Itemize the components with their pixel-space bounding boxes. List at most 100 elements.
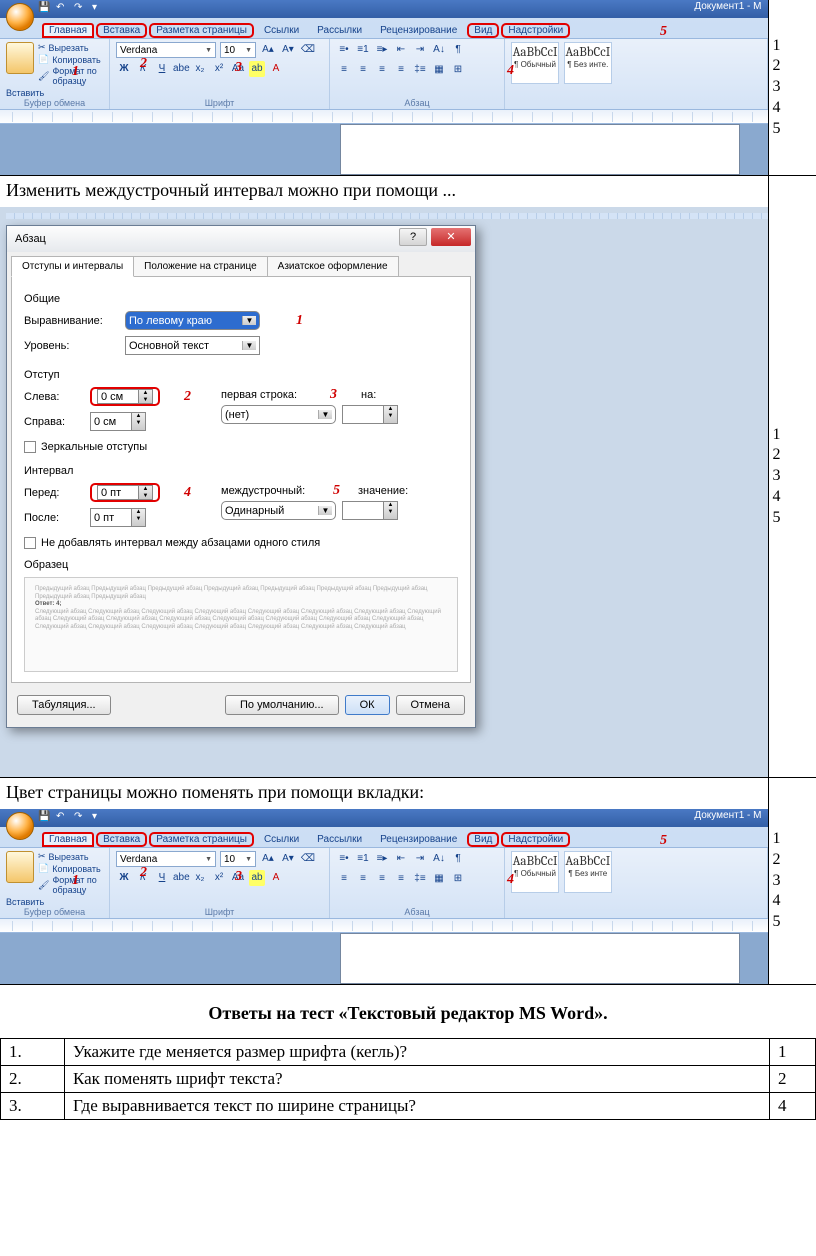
level-combo[interactable]: Основной текст▼ (125, 336, 260, 355)
style-normal[interactable]: AaBbCcI¶ Обычный (511, 42, 559, 84)
dlg-tab-position[interactable]: Положение на странице (133, 256, 267, 277)
bullets-icon[interactable]: ≡• (336, 851, 352, 867)
tab-references[interactable]: Ссылки (256, 23, 307, 38)
tab-review[interactable]: Рецензирование (372, 832, 465, 847)
tab-insert[interactable]: Вставка (96, 832, 147, 847)
tab-addins[interactable]: Надстройки (501, 23, 570, 38)
style-normal[interactable]: AaBbCcI¶ Обычный (511, 851, 559, 893)
align-right-icon[interactable]: ≡ (374, 62, 390, 78)
bold-button[interactable]: Ж (116, 61, 132, 77)
strike-button[interactable]: abe (173, 870, 189, 886)
align-center-icon[interactable]: ≡ (355, 62, 371, 78)
shrink-font-icon[interactable]: A▾ (280, 851, 296, 867)
before-spin[interactable]: ▲▼ (90, 483, 160, 502)
cancel-button[interactable]: Отмена (396, 695, 465, 715)
cut-button[interactable]: ✂ Вырезать (38, 851, 103, 862)
linespacing-combo[interactable]: Одинарный▼ (221, 501, 336, 520)
office-button-icon[interactable] (6, 3, 34, 31)
indent-right-spin[interactable]: ▲▼ (90, 412, 146, 431)
paste-icon[interactable] (6, 42, 34, 74)
cut-button[interactable]: ✂ Вырезать (38, 42, 103, 53)
format-painter-button[interactable]: 🖌 Формат по образцу (38, 66, 103, 86)
tab-layout[interactable]: Разметка страницы (149, 23, 254, 38)
shading-icon[interactable]: ▦ (431, 871, 447, 887)
bullets-icon[interactable]: ≡• (336, 42, 352, 58)
tabs-button[interactable]: Табуляция... (17, 695, 111, 715)
font-size-combo[interactable]: 10▼ (220, 851, 256, 867)
grow-font-icon[interactable]: A▴ (260, 851, 276, 867)
copy-button[interactable]: 📄 Копировать (38, 863, 103, 874)
font-color-button[interactable]: A (268, 61, 284, 77)
quick-access-toolbar[interactable]: 💾↶↷▾ (38, 2, 104, 14)
align-center-icon[interactable]: ≡ (355, 871, 371, 887)
dialog-close-button[interactable]: ✕ (431, 228, 471, 246)
sort-icon[interactable]: A↓ (431, 42, 447, 58)
align-justify-icon[interactable]: ≡ (393, 871, 409, 887)
firstline-combo[interactable]: (нет)▼ (221, 405, 336, 424)
ok-button[interactable]: ОК (345, 695, 390, 715)
tab-addins[interactable]: Надстройки (501, 832, 570, 847)
tab-layout[interactable]: Разметка страницы (149, 832, 254, 847)
default-button[interactable]: По умолчанию... (225, 695, 339, 715)
tab-insert[interactable]: Вставка (96, 23, 147, 38)
tab-mailings[interactable]: Рассылки (309, 832, 370, 847)
font-name-combo[interactable]: Verdana▼ (116, 851, 216, 867)
format-painter-button[interactable]: 🖌 Формат по образцу (38, 875, 103, 895)
subscript-button[interactable]: x₂ (192, 870, 208, 886)
tab-references[interactable]: Ссылки (256, 832, 307, 847)
shrink-font-icon[interactable]: A▾ (280, 42, 296, 58)
tab-home[interactable]: Главная (42, 23, 94, 38)
after-spin[interactable]: ▲▼ (90, 508, 146, 527)
tab-mailings[interactable]: Рассылки (309, 23, 370, 38)
tab-home[interactable]: Главная (42, 832, 94, 847)
line-spacing-icon[interactable]: ‡≡ (412, 62, 428, 78)
quick-access-toolbar[interactable]: 💾↶↷▾ (38, 811, 104, 823)
align-left-icon[interactable]: ≡ (336, 871, 352, 887)
linespacing-value-spin[interactable]: ▲▼ (342, 501, 398, 520)
tab-view[interactable]: Вид (467, 832, 499, 847)
indent-inc-icon[interactable]: ⇥ (412, 42, 428, 58)
office-button-icon[interactable] (6, 812, 34, 840)
align-justify-icon[interactable]: ≡ (393, 62, 409, 78)
sort-icon[interactable]: A↓ (431, 851, 447, 867)
firstline-on-spin[interactable]: ▲▼ (342, 405, 398, 424)
underline-button[interactable]: Ч (154, 870, 170, 886)
copy-button[interactable]: 📄 Копировать (38, 54, 103, 65)
nosame-check[interactable]: Не добавлять интервал между абзацами одн… (24, 537, 458, 549)
align-right-icon[interactable]: ≡ (374, 871, 390, 887)
tab-view[interactable]: Вид (467, 23, 499, 38)
clear-format-icon[interactable]: ⌫ (300, 851, 316, 867)
font-size-combo[interactable]: 10▼ (220, 42, 256, 58)
line-spacing-icon[interactable]: ‡≡ (412, 871, 428, 887)
highlight-button[interactable]: ab (249, 870, 265, 886)
superscript-button[interactable]: x² (211, 61, 227, 77)
style-nospacing[interactable]: AaBbCcI¶ Без инте. (564, 42, 612, 84)
paste-icon[interactable] (6, 851, 34, 883)
superscript-button[interactable]: x² (211, 870, 227, 886)
alignment-combo[interactable]: По левому краю▼ (125, 311, 260, 330)
shading-icon[interactable]: ▦ (431, 62, 447, 78)
numbering-icon[interactable]: ≡1 (355, 42, 371, 58)
tab-review[interactable]: Рецензирование (372, 23, 465, 38)
dlg-tab-asian[interactable]: Азиатское оформление (267, 256, 399, 277)
show-marks-icon[interactable]: ¶ (450, 851, 466, 867)
font-color-button[interactable]: A (268, 870, 284, 886)
numbering-icon[interactable]: ≡1 (355, 851, 371, 867)
align-left-icon[interactable]: ≡ (336, 62, 352, 78)
indent-left-spin[interactable]: ▲▼ (90, 387, 160, 406)
highlight-button[interactable]: ab (249, 61, 265, 77)
style-nospacing[interactable]: AaBbCcI¶ Без инте (564, 851, 612, 893)
borders-icon[interactable]: ⊞ (450, 871, 466, 887)
multilevel-icon[interactable]: ≡▸ (374, 42, 390, 58)
strike-button[interactable]: abe (173, 61, 189, 77)
indent-inc-icon[interactable]: ⇥ (412, 851, 428, 867)
indent-dec-icon[interactable]: ⇤ (393, 42, 409, 58)
font-name-combo[interactable]: Verdana▼ (116, 42, 216, 58)
multilevel-icon[interactable]: ≡▸ (374, 851, 390, 867)
show-marks-icon[interactable]: ¶ (450, 42, 466, 58)
bold-button[interactable]: Ж (116, 870, 132, 886)
underline-button[interactable]: Ч (154, 61, 170, 77)
dlg-tab-indents[interactable]: Отступы и интервалы (11, 256, 134, 277)
grow-font-icon[interactable]: A▴ (260, 42, 276, 58)
indent-dec-icon[interactable]: ⇤ (393, 851, 409, 867)
